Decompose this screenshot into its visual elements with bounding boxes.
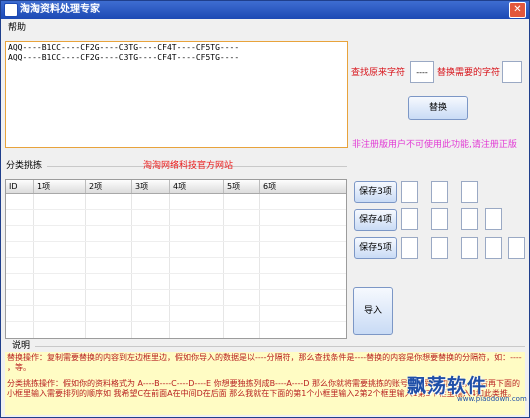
column-header[interactable]: 2项 (86, 180, 132, 193)
title-bar[interactable]: 淘淘资料处理专家 ✕ (1, 1, 529, 19)
import-button[interactable]: 导入 (353, 287, 393, 335)
instructions-replace: 替换操作：复制需要替换的内容到左边框里边，假如你导入的数据是以----分隔符，那… (7, 353, 522, 372)
find-input[interactable]: ---- (410, 61, 434, 83)
notes-divider (35, 346, 525, 347)
watermark-brand: 飘荡软件 (407, 375, 488, 397)
save-3-button[interactable]: 保存3项 (354, 181, 397, 203)
close-button[interactable]: ✕ (509, 2, 526, 18)
registration-warning: 非注册版用户不可使用此功能,请注册正版 (352, 140, 517, 150)
grid-line (6, 225, 346, 226)
grid-line (6, 289, 346, 290)
grid-line (33, 194, 34, 338)
save-5-button[interactable]: 保存5项 (354, 237, 397, 259)
grid-line (85, 194, 86, 338)
order-input[interactable] (401, 181, 418, 203)
data-grid[interactable]: ID 1项 2项 3项 4项 5项 6项 (5, 179, 347, 339)
help-menu[interactable]: 帮助 (8, 22, 26, 34)
grid-header: ID 1项 2项 3项 4项 5项 6项 (6, 180, 346, 194)
notes-label: 说明 (12, 341, 31, 351)
grid-line (6, 273, 346, 274)
order-input[interactable] (401, 208, 418, 230)
replace-label: 替换需要的字符 (437, 68, 501, 78)
grid-line (6, 209, 346, 210)
grid-line (223, 194, 224, 338)
order-input[interactable] (431, 208, 448, 230)
save-4-button[interactable]: 保存4项 (354, 209, 397, 231)
column-header[interactable]: ID (6, 180, 34, 193)
source-textarea[interactable]: AQQ----B1CC----CF2G----C3TG----CF4T----C… (5, 41, 348, 148)
replace-input[interactable] (502, 61, 522, 83)
order-input[interactable] (431, 237, 448, 259)
find-label: 查找原来字符 (351, 68, 406, 78)
column-header[interactable]: 4项 (170, 180, 224, 193)
replace-button[interactable]: 替换 (408, 96, 468, 120)
order-input[interactable] (461, 181, 478, 203)
grid-line (6, 241, 346, 242)
window-title: 淘淘资料处理专家 (20, 4, 100, 15)
order-input[interactable] (431, 181, 448, 203)
order-input[interactable] (461, 208, 478, 230)
column-header[interactable]: 5项 (224, 180, 260, 193)
column-header[interactable]: 3项 (132, 180, 170, 193)
grid-line (131, 194, 132, 338)
grid-line (169, 194, 170, 338)
app-icon (4, 3, 18, 17)
grid-line (6, 305, 346, 306)
order-input[interactable] (401, 237, 418, 259)
column-header[interactable]: 6项 (260, 180, 346, 193)
grid-line (6, 257, 346, 258)
watermark-url: www.piaodown.com (457, 395, 527, 403)
grid-line (6, 321, 346, 322)
grid-line (259, 194, 260, 338)
order-input[interactable] (461, 237, 478, 259)
order-input[interactable] (508, 237, 525, 259)
order-input[interactable] (485, 208, 502, 230)
column-header[interactable]: 1项 (34, 180, 86, 193)
sort-label: 分类挑拣 (6, 161, 43, 171)
website-link[interactable]: 淘淘网络科技官方网站 (143, 160, 233, 172)
order-input[interactable] (485, 237, 502, 259)
main-window: 淘淘资料处理专家 ✕ 帮助 AQQ----B1CC----CF2G----C3T… (0, 0, 530, 418)
